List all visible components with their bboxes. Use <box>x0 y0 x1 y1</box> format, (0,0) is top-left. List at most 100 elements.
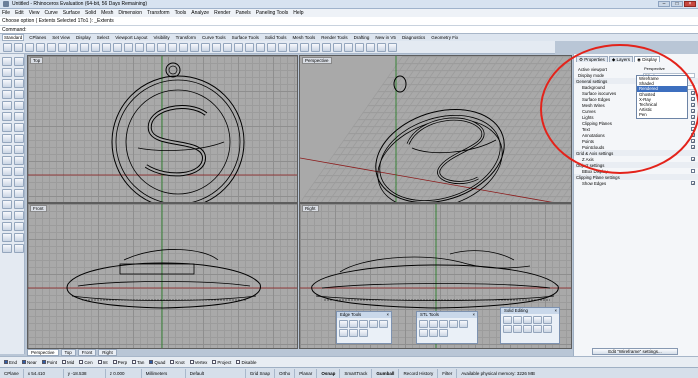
analyze-icon[interactable] <box>14 222 24 231</box>
shaded-icon[interactable] <box>223 42 232 52</box>
menu-mesh[interactable]: Mesh <box>101 10 113 16</box>
tab-set-view[interactable]: Set View <box>51 35 71 40</box>
cylinder-icon[interactable] <box>2 145 12 154</box>
boolean-difference-icon[interactable] <box>14 156 24 165</box>
import-icon[interactable] <box>47 42 56 52</box>
select-arrow-icon[interactable] <box>2 57 12 66</box>
minimize-button[interactable]: – <box>658 1 670 7</box>
maximize-button[interactable]: □ <box>671 1 683 7</box>
group-icon[interactable] <box>14 233 24 242</box>
hide-icon[interactable] <box>267 42 276 52</box>
cplane-icon[interactable] <box>201 42 210 52</box>
status-layer[interactable]: Default <box>186 368 246 378</box>
text-icon[interactable] <box>14 101 24 110</box>
redo-icon[interactable] <box>102 42 111 52</box>
zoom-window-icon[interactable] <box>146 42 155 52</box>
tab-surface-tools[interactable]: Surface Tools <box>231 35 260 40</box>
rotate-view-icon[interactable] <box>124 42 133 52</box>
status-record-history[interactable]: Record History <box>399 368 439 378</box>
new-file-icon[interactable] <box>3 42 12 52</box>
osnap-vertex[interactable]: Vertex <box>189 360 207 365</box>
tab-new-in-v5[interactable]: New in V5 <box>374 35 397 40</box>
shell-icon[interactable] <box>503 325 512 333</box>
osnap-tan[interactable]: Tan <box>132 360 144 365</box>
solid-editing-palette[interactable]: Solid Editing × <box>500 307 560 344</box>
surface-corner-icon[interactable] <box>2 123 12 132</box>
tab-geometry-fix[interactable]: Geometry Fix <box>430 35 459 40</box>
edit-wireframe-settings-button[interactable]: Edit "Wireframe" settings... <box>592 348 678 355</box>
osnap-checkbox[interactable] <box>4 360 8 364</box>
osnap-checkbox[interactable] <box>22 360 27 364</box>
zoom-icon[interactable] <box>135 42 144 52</box>
tab-drafting[interactable]: Drafting <box>353 35 371 40</box>
osnap-end[interactable]: End <box>4 360 17 365</box>
menu-edit[interactable]: Edit <box>15 10 24 16</box>
render-icon[interactable] <box>344 42 353 52</box>
stl-fill-holes-icon[interactable] <box>449 320 458 328</box>
points-on-icon[interactable] <box>2 222 12 231</box>
osnap-checkbox[interactable] <box>79 360 84 364</box>
extract-surface-icon[interactable] <box>523 325 532 333</box>
point-icon[interactable] <box>14 57 24 66</box>
split-icon[interactable] <box>14 178 24 187</box>
scale-icon[interactable] <box>14 200 24 209</box>
arc-icon[interactable] <box>14 79 24 88</box>
tab-render-tools[interactable]: Render Tools <box>320 35 348 40</box>
ghosted-icon[interactable] <box>245 42 254 52</box>
osnap-icon[interactable] <box>322 42 331 52</box>
tab-standard[interactable]: Standard <box>2 34 25 41</box>
move-edge-icon[interactable] <box>543 316 552 324</box>
extrude-icon[interactable] <box>14 123 24 132</box>
show-icon[interactable] <box>278 42 287 52</box>
osnap-checkbox[interactable] <box>62 360 67 364</box>
copy-object-icon[interactable] <box>14 189 24 198</box>
tab-solid-tools[interactable]: Solid Tools <box>264 35 288 40</box>
status-smarttrack[interactable]: SmartTrack <box>340 368 373 378</box>
options-icon[interactable] <box>377 42 386 52</box>
viewport-label-perspective[interactable]: Perspective <box>302 57 332 64</box>
open-file-icon[interactable] <box>14 42 23 52</box>
cut-icon[interactable] <box>58 42 67 52</box>
osnap-checkbox[interactable] <box>149 360 154 364</box>
menu-file[interactable]: File <box>2 10 10 16</box>
menu-surface[interactable]: Surface <box>63 10 80 16</box>
tab-cplanes[interactable]: CPlanes <box>28 35 47 40</box>
explode-icon[interactable] <box>14 167 24 176</box>
join-icon[interactable] <box>2 167 12 176</box>
viewport-label-front[interactable]: Front <box>30 205 47 212</box>
tab-diagnostics[interactable]: Diagnostics <box>401 35 426 40</box>
menu-solid[interactable]: Solid <box>85 10 96 16</box>
menu-paneling-tools[interactable]: Paneling Tools <box>256 10 288 16</box>
tab-mesh-tools[interactable]: Mesh Tools <box>292 35 317 40</box>
osnap-checkbox[interactable] <box>132 360 137 364</box>
rendered-icon[interactable] <box>234 42 243 52</box>
cap-holes-icon[interactable] <box>513 325 522 333</box>
array-icon[interactable] <box>14 211 24 220</box>
viewport-tab-right[interactable]: Right <box>98 349 117 356</box>
move-hole-icon[interactable] <box>543 325 552 333</box>
show-edges-checkbox[interactable]: ✓ <box>691 181 695 186</box>
copy-icon[interactable] <box>69 42 78 52</box>
move-face-icon[interactable] <box>503 316 512 324</box>
stl-check-icon[interactable] <box>429 320 438 328</box>
boolean-union-icon[interactable] <box>2 156 12 165</box>
offset-icon[interactable] <box>14 112 24 121</box>
tab-visibility[interactable]: Visibility <box>152 35 170 40</box>
undo-view-icon[interactable] <box>179 42 188 52</box>
setting-checkbox[interactable]: ✓ <box>691 139 695 144</box>
osnap-checkbox[interactable] <box>189 360 194 364</box>
mesh-icon[interactable] <box>14 145 24 154</box>
osnap-knot[interactable]: Knot <box>170 360 185 365</box>
polygon-icon[interactable] <box>2 101 12 110</box>
osnap-checkbox[interactable] <box>112 360 117 364</box>
block-icon[interactable] <box>2 244 12 253</box>
save-icon[interactable] <box>25 42 34 52</box>
help-icon[interactable] <box>388 42 397 52</box>
status-osnap[interactable]: Osnap <box>317 368 341 378</box>
osnap-point[interactable]: Point <box>41 360 57 365</box>
layer-icon[interactable] <box>300 42 309 52</box>
merge-edge-icon[interactable] <box>379 320 388 328</box>
tab-viewport-layout[interactable]: Viewport Layout <box>114 35 148 40</box>
ellipse-icon[interactable] <box>2 90 12 99</box>
menu-tools[interactable]: Tools <box>175 10 187 16</box>
